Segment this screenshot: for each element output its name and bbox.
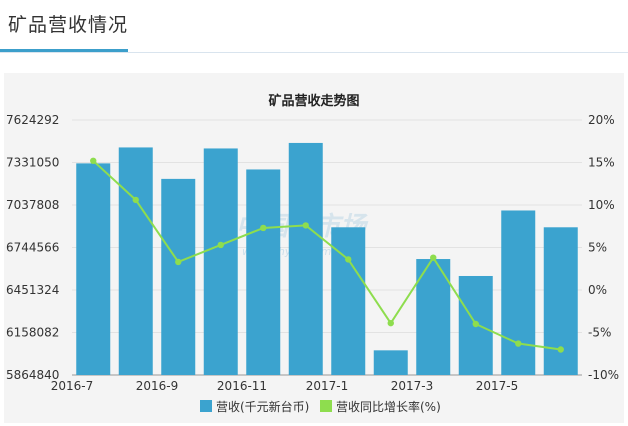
x-tick-label: 2017-5 — [476, 379, 519, 393]
bar — [203, 148, 238, 375]
line-point — [387, 319, 394, 327]
line-point — [557, 346, 564, 353]
y-right-tick-label: -5% — [588, 326, 611, 340]
legend-bar-label[interactable]: 营收(千元新台币) — [216, 399, 309, 414]
y-left-tick-label: 6451324 — [6, 283, 59, 297]
page-header: 矿品营收情况 — [0, 0, 628, 53]
line-point — [430, 254, 437, 261]
y-right-tick-label: -10% — [588, 368, 619, 382]
bar — [118, 147, 153, 375]
x-axis-labels: 2016-7 2016-9 2016-11 2017-1 2017-3 2017-5 — [51, 379, 519, 393]
y-right-tick-label: 15% — [588, 156, 615, 170]
line-point — [345, 256, 352, 263]
bar — [543, 227, 578, 375]
legend-line-swatch — [320, 400, 332, 412]
y-left-tick-label: 7331050 — [6, 156, 59, 170]
title-underline — [0, 49, 128, 52]
legend[interactable]: 营收(千元新台币) 营收同比增长率(%) — [200, 399, 441, 414]
x-tick-label: 2016-9 — [136, 379, 179, 393]
y-left-tick-label: 7037808 — [6, 198, 59, 212]
line-point — [217, 241, 224, 249]
y-right-tick-label: 20% — [588, 113, 615, 127]
bar — [76, 163, 111, 375]
line-point — [90, 157, 97, 164]
y-left-tick-label: 6158082 — [6, 326, 59, 340]
line-point — [472, 320, 479, 328]
legend-bar-swatch — [200, 400, 212, 412]
line-point — [260, 224, 267, 232]
y-left-tick-label: 6744566 — [6, 241, 59, 255]
bar — [373, 350, 408, 375]
x-tick-label: 2016-11 — [217, 379, 267, 393]
line-point — [302, 222, 309, 229]
bar — [501, 210, 536, 375]
page-title: 矿品营收情况 — [8, 14, 129, 36]
bar — [161, 178, 196, 375]
x-tick-label: 2017-1 — [306, 379, 349, 393]
line-point — [515, 340, 522, 347]
x-tick-label: 2016-7 — [51, 379, 94, 393]
legend-line-label[interactable]: 营收同比增长率(%) — [336, 399, 441, 414]
revenue-chart: 中国存市场 www.chyxx.com 76242927331050703780… — [6, 93, 619, 414]
y-axis-left-labels: 7624292 7331050 7037808 6744566 6451324 61580… — [6, 113, 59, 382]
y-right-tick-label: 0% — [588, 283, 607, 297]
y-axis-right-labels: 20% 15% 10% 5% 0% -5% -10% — [588, 113, 619, 382]
y-right-tick-label: 5% — [588, 241, 607, 255]
chart-panel: 中国存市场 www.chyxx.com 76242927331050703780… — [4, 73, 624, 423]
bar — [246, 169, 281, 375]
y-right-tick-label: 10% — [588, 198, 615, 212]
line-point — [175, 258, 182, 266]
y-left-tick-label: 7624292 — [6, 113, 59, 127]
line-point — [132, 196, 139, 204]
bar-series — [76, 142, 578, 375]
x-tick-label: 2017-3 — [391, 379, 434, 393]
bar — [288, 142, 323, 375]
chart-title: 矿品营收走势图 — [268, 93, 359, 109]
